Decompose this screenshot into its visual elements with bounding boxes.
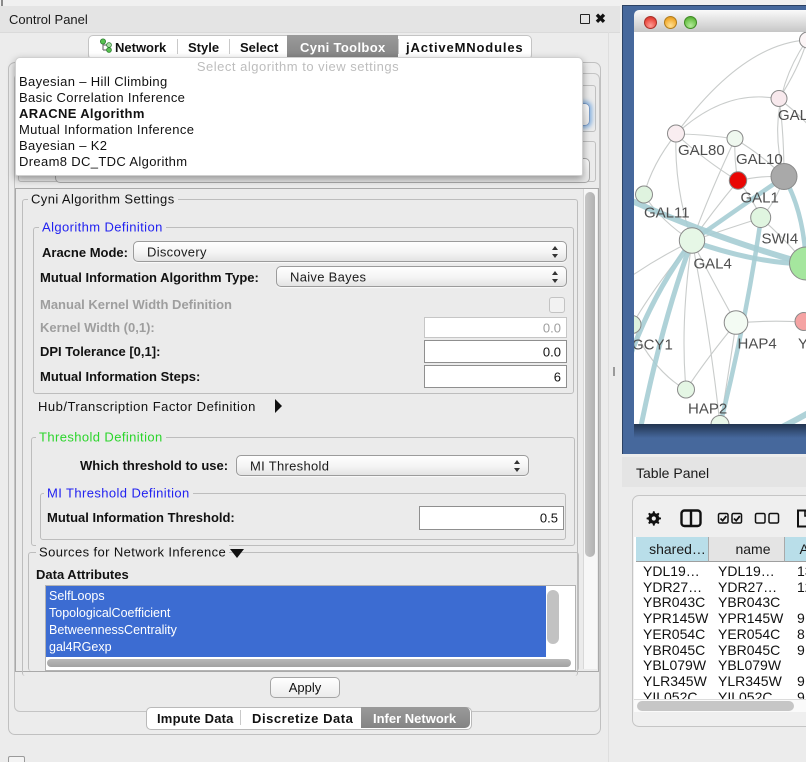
svg-text:GAL80: GAL80	[678, 142, 725, 159]
svg-text:Y: Y	[798, 335, 806, 352]
svg-text:GAL4: GAL4	[694, 255, 732, 272]
svg-text:GAL2: GAL2	[778, 107, 806, 124]
svg-text:HAP4: HAP4	[738, 335, 777, 352]
svg-text:GAL11: GAL11	[644, 204, 690, 221]
svg-text:GCY1: GCY1	[634, 336, 673, 353]
svg-text:GAL1: GAL1	[741, 189, 779, 206]
svg-text:GAL10: GAL10	[736, 151, 783, 168]
svg-text:SWI4: SWI4	[762, 230, 799, 247]
svg-text:HAP2: HAP2	[688, 400, 727, 417]
